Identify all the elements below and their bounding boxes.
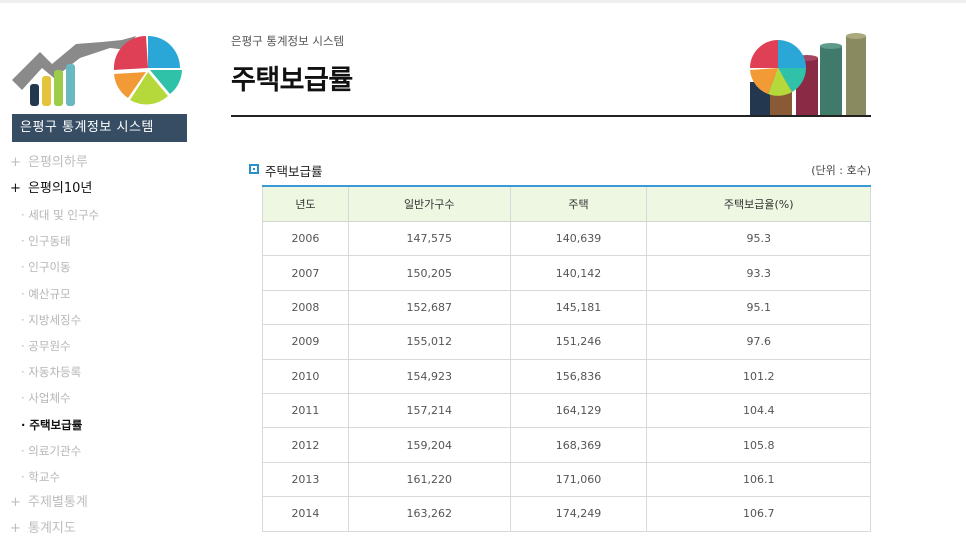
table-cell: 171,060 bbox=[509, 461, 648, 498]
table-cell: 2013 bbox=[262, 461, 349, 498]
table-cell: 95.1 bbox=[646, 289, 871, 326]
submenu-schools[interactable]: · 학교수 bbox=[10, 464, 200, 490]
table-cell: 161,220 bbox=[347, 461, 511, 498]
submenu-housing-supply[interactable]: · 주택보급률 bbox=[10, 412, 200, 438]
submenu-officials[interactable]: · 공무원수 bbox=[10, 333, 200, 359]
table-cell: 2006 bbox=[262, 220, 349, 257]
plus-icon: + bbox=[10, 521, 21, 537]
table-cell: 147,575 bbox=[347, 220, 511, 257]
table-row: 2014 163,262 174,249 106.7 bbox=[262, 496, 871, 532]
table-row: 2011 157,214 164,129 104.4 bbox=[262, 392, 871, 429]
table-cell: 101.2 bbox=[646, 358, 871, 394]
col-header-supply-rate: 주택보급율(%) bbox=[646, 185, 871, 222]
menu-item-topics[interactable]: + 주제별통계 bbox=[10, 490, 200, 516]
table-row: 2008 152,687 145,181 95.1 bbox=[262, 289, 871, 326]
submenu-local-tax[interactable]: · 지방세징수 bbox=[10, 307, 200, 333]
table-cell: 2009 bbox=[262, 324, 349, 360]
header-divider bbox=[231, 115, 871, 117]
table-cell: 140,142 bbox=[509, 255, 648, 291]
section-bullet-icon bbox=[249, 164, 259, 174]
table-header-row: 년도 일반가구수 주택 주택보급율(%) bbox=[262, 185, 871, 222]
table-cell: 154,923 bbox=[347, 358, 511, 394]
table-row: 2006 147,575 140,639 95.3 bbox=[262, 220, 871, 257]
table-cell: 2012 bbox=[262, 427, 349, 463]
table-cell: 106.7 bbox=[646, 496, 871, 532]
table-cell: 105.8 bbox=[646, 427, 871, 463]
table-row: 2007 150,205 140,142 93.3 bbox=[262, 255, 871, 291]
submenu-budget[interactable]: · 예산규모 bbox=[10, 281, 200, 307]
table-cell: 95.3 bbox=[646, 220, 871, 257]
submenu-vehicles[interactable]: · 자동차등록 bbox=[10, 359, 200, 385]
table-cell: 164,129 bbox=[509, 392, 648, 429]
table-cell: 140,639 bbox=[509, 220, 648, 257]
submenu-households-population[interactable]: · 세대 및 인구수 bbox=[10, 202, 200, 228]
menu-item-daily[interactable]: + 은평의하루 bbox=[10, 150, 200, 176]
table-cell: 150,205 bbox=[347, 255, 511, 291]
table-cell: 174,249 bbox=[509, 496, 648, 532]
table-cell: 93.3 bbox=[646, 255, 871, 291]
table-row: 2013 161,220 171,060 106.1 bbox=[262, 461, 871, 498]
sidebar-menu: + 은평의하루 + 은평의10년 · 세대 및 인구수 · 인구동태 · 인구이동 … bbox=[10, 150, 200, 542]
table-cell: 155,012 bbox=[347, 324, 511, 360]
table-cell: 2011 bbox=[262, 392, 349, 429]
menu-label: 통계지도 bbox=[28, 521, 76, 537]
table-cell: 163,262 bbox=[347, 496, 511, 532]
page-title: 주택보급률 bbox=[231, 65, 353, 96]
top-border bbox=[0, 0, 966, 3]
table-body: 2006 147,575 140,639 95.3 2007 150,205 140,142… bbox=[262, 220, 871, 532]
system-label[interactable]: 은평구 통계정보 시스템 bbox=[12, 114, 187, 142]
menu-label: 은평의10년 bbox=[28, 181, 93, 196]
table-cell: 159,204 bbox=[347, 427, 511, 463]
col-header-housing: 주택 bbox=[509, 185, 648, 222]
submenu-migration[interactable]: · 인구이동 bbox=[10, 254, 200, 280]
table-cell: 145,181 bbox=[509, 289, 648, 326]
menu-label: 은평의하루 bbox=[28, 155, 88, 170]
submenu-medical[interactable]: · 의료기관수 bbox=[10, 438, 200, 464]
logo-chart-icon[interactable] bbox=[10, 34, 186, 114]
table-cell: 2010 bbox=[262, 358, 349, 394]
table-row: 2012 159,204 168,369 105.8 bbox=[262, 427, 871, 463]
table-cell: 106.1 bbox=[646, 461, 871, 498]
col-header-households: 일반가구수 bbox=[347, 185, 511, 222]
menu-item-10years[interactable]: + 은평의10년 bbox=[10, 176, 200, 202]
section-title: 주택보급률 bbox=[265, 164, 323, 179]
table-row: 2010 154,923 156,836 101.2 bbox=[262, 358, 871, 394]
submenu-businesses[interactable]: · 사업체수 bbox=[10, 385, 200, 411]
housing-supply-table: 년도 일반가구수 주택 주택보급율(%) 2006 147,575 140,639 9… bbox=[262, 185, 871, 532]
table-cell: 97.6 bbox=[646, 324, 871, 360]
table-cell: 2007 bbox=[262, 255, 349, 291]
menu-item-map[interactable]: + 통계지도 bbox=[10, 516, 200, 542]
table-cell: 2014 bbox=[262, 496, 349, 532]
plus-icon: + bbox=[10, 155, 21, 170]
header-chart-art-icon bbox=[750, 33, 866, 116]
table-cell: 157,214 bbox=[347, 392, 511, 429]
plus-icon: + bbox=[10, 495, 21, 511]
menu-label: 주제별통계 bbox=[28, 495, 88, 511]
table-cell: 104.4 bbox=[646, 392, 871, 429]
col-header-year: 년도 bbox=[262, 185, 349, 222]
table-cell: 152,687 bbox=[347, 289, 511, 326]
unit-label: (단위 : 호수) bbox=[811, 164, 871, 177]
table-cell: 151,246 bbox=[509, 324, 648, 360]
breadcrumb: 은평구 통계정보 시스템 bbox=[231, 34, 345, 48]
submenu-population-dynamics[interactable]: · 인구동태 bbox=[10, 228, 200, 254]
plus-icon: + bbox=[10, 181, 21, 196]
table-row: 2009 155,012 151,246 97.6 bbox=[262, 324, 871, 360]
table-cell: 2008 bbox=[262, 289, 349, 326]
table-cell: 168,369 bbox=[509, 427, 648, 463]
table-cell: 156,836 bbox=[509, 358, 648, 394]
